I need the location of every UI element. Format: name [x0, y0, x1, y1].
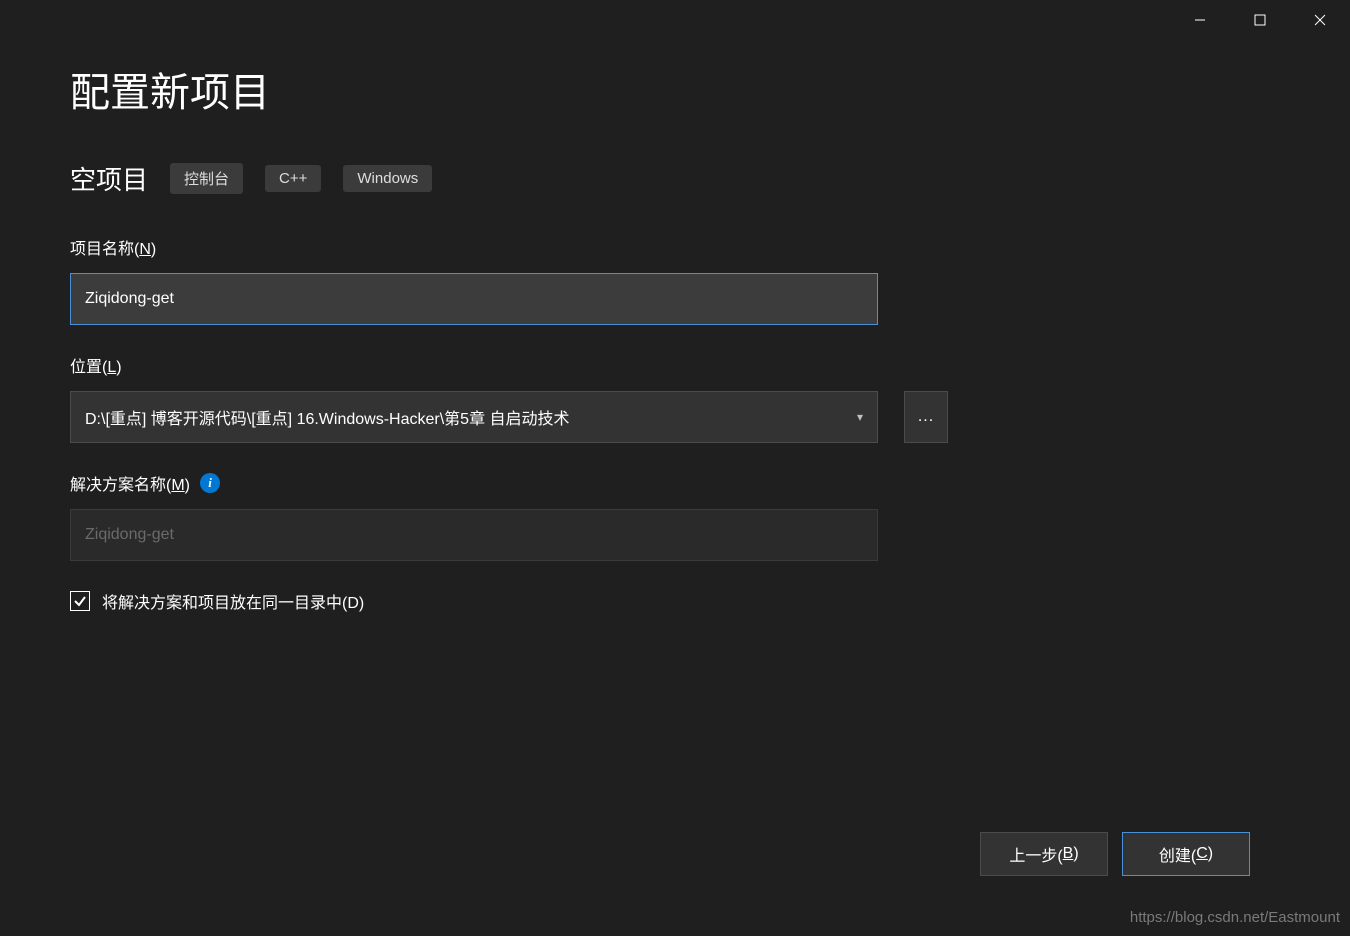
- close-button[interactable]: [1290, 0, 1350, 40]
- same-directory-checkbox[interactable]: [70, 591, 90, 611]
- titlebar: [0, 0, 1350, 40]
- browse-button[interactable]: ...: [904, 391, 948, 443]
- info-icon[interactable]: i: [200, 473, 220, 493]
- watermark: https://blog.csdn.net/Eastmount: [1130, 909, 1340, 926]
- location-label: 位置(L): [70, 353, 1280, 377]
- solution-name-label: 解决方案名称(M): [70, 471, 190, 495]
- solution-name-input: Ziqidong-get: [70, 509, 878, 561]
- project-type-subtitle: 空项目: [70, 160, 148, 197]
- minimize-button[interactable]: [1170, 0, 1230, 40]
- location-value: D:\[重点] 博客开源代码\[重点] 16.Windows-Hacker\第5…: [85, 405, 570, 429]
- back-button[interactable]: 上一步(B): [980, 832, 1108, 876]
- project-name-input[interactable]: [70, 273, 878, 325]
- tag-windows: Windows: [343, 165, 432, 192]
- maximize-button[interactable]: [1230, 0, 1290, 40]
- page-title: 配置新项目: [70, 60, 1280, 118]
- chevron-down-icon: ▾: [857, 410, 863, 424]
- tag-console: 控制台: [170, 163, 243, 194]
- same-directory-label: 将解决方案和项目放在同一目录中(D): [102, 589, 364, 613]
- tag-cpp: C++: [265, 165, 321, 192]
- project-name-label: 项目名称(N): [70, 235, 1280, 259]
- create-button[interactable]: 创建(C): [1122, 832, 1250, 876]
- location-select[interactable]: D:\[重点] 博客开源代码\[重点] 16.Windows-Hacker\第5…: [70, 391, 878, 443]
